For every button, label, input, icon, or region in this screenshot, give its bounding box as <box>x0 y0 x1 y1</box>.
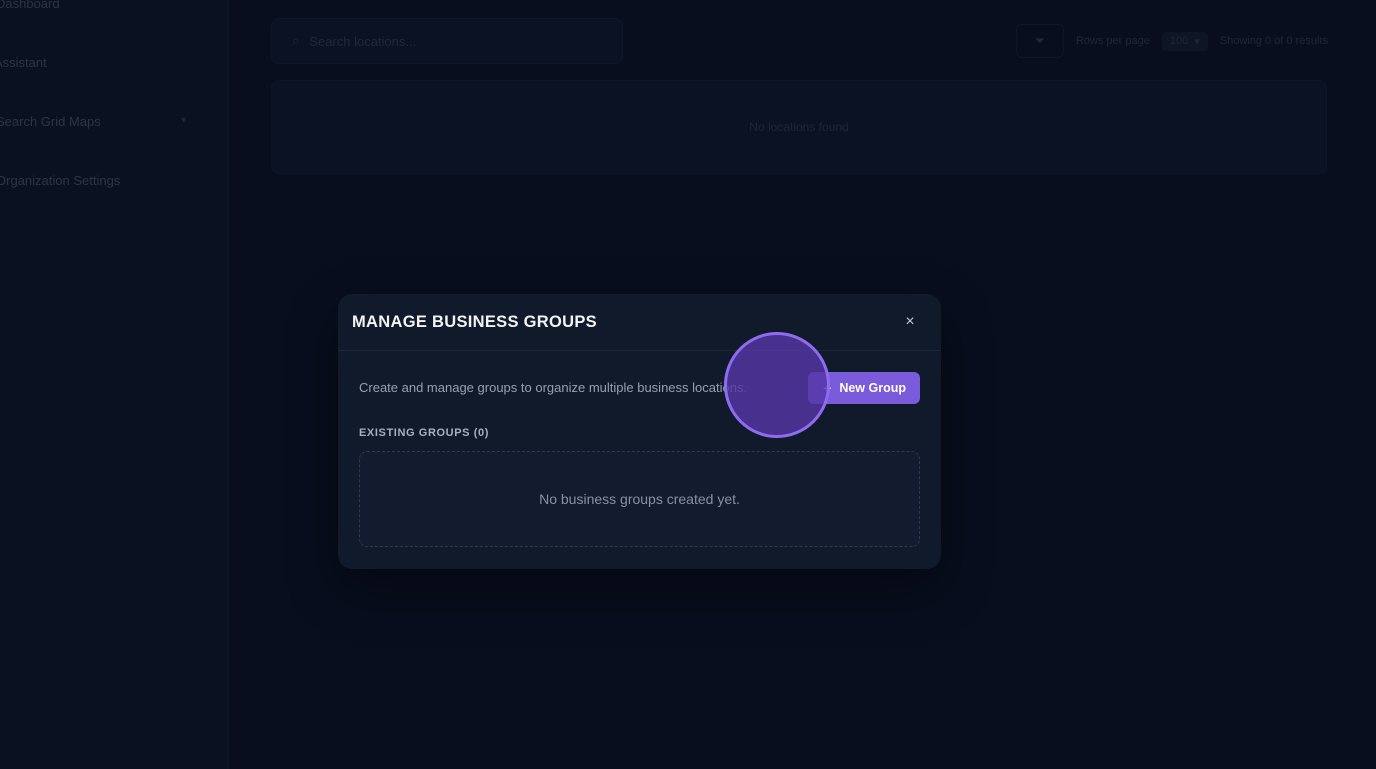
groups-empty-state: No business groups created yet. <box>359 451 920 547</box>
dialog-title: MANAGE BUSINESS GROUPS <box>352 312 597 331</box>
empty-state-message: No business groups created yet. <box>539 491 740 507</box>
plus-icon: + <box>823 379 832 396</box>
close-icon[interactable]: × <box>899 311 921 333</box>
dialog-header: MANAGE BUSINESS GROUPS × <box>338 294 941 351</box>
dialog-description: Create and manage groups to organize mul… <box>359 380 748 395</box>
dialog-body: Create and manage groups to organize mul… <box>338 351 941 547</box>
existing-groups-heading: EXISTING GROUPS (0) <box>359 427 489 439</box>
manage-business-groups-dialog: MANAGE BUSINESS GROUPS × Create and mana… <box>338 294 941 569</box>
new-group-label: New Group <box>839 380 906 395</box>
description-row: Create and manage groups to organize mul… <box>359 351 920 424</box>
new-group-button[interactable]: + New Group <box>808 371 920 404</box>
